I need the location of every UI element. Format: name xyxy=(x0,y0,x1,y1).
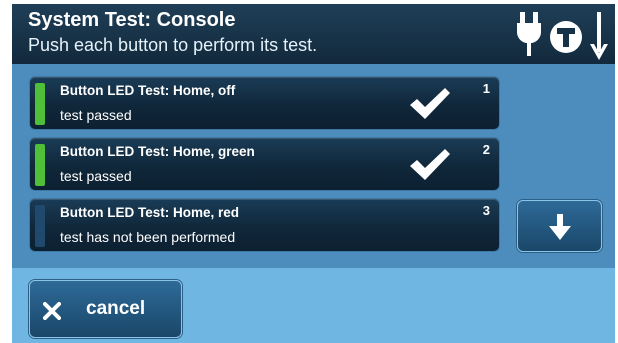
test-title: Button LED Test: Home, red xyxy=(60,205,240,220)
status-icons xyxy=(516,10,611,62)
page-subtitle: Push each button to perform its test. xyxy=(28,35,318,55)
check-icon xyxy=(410,149,450,180)
status-indicator-passed xyxy=(35,144,45,186)
status-indicator-passed xyxy=(35,83,45,125)
page-title: System Test: Console xyxy=(28,9,236,31)
cancel-label: cancel xyxy=(86,298,146,319)
cancel-button[interactable]: cancel xyxy=(29,280,182,338)
test-number: 1 xyxy=(482,81,490,96)
power-plug-icon xyxy=(517,12,541,56)
test-status: test passed xyxy=(60,168,132,184)
t-circle-icon xyxy=(550,21,582,53)
status-indicator-pending xyxy=(35,205,45,247)
test-row-3[interactable]: Button LED Test: Home, red test has not … xyxy=(29,198,500,252)
scroll-down-button[interactable] xyxy=(517,200,602,252)
footer: cancel xyxy=(12,268,615,343)
test-row-1[interactable]: Button LED Test: Home, off test passed 1 xyxy=(29,76,500,130)
system-test-screen: System Test: Console Push each button to… xyxy=(12,4,615,343)
arrow-down-icon xyxy=(549,214,571,240)
test-title: Button LED Test: Home, off xyxy=(60,83,236,98)
test-title: Button LED Test: Home, green xyxy=(60,144,255,159)
test-number: 3 xyxy=(482,203,490,218)
test-number: 2 xyxy=(482,142,490,157)
check-icon xyxy=(410,88,450,119)
test-row-2[interactable]: Button LED Test: Home, green test passed… xyxy=(29,137,500,191)
close-icon xyxy=(43,302,61,320)
test-status: test has not been performed xyxy=(60,229,236,245)
test-status: test passed xyxy=(60,107,132,123)
header: System Test: Console Push each button to… xyxy=(12,4,615,64)
arrow-down-icon xyxy=(590,12,608,60)
